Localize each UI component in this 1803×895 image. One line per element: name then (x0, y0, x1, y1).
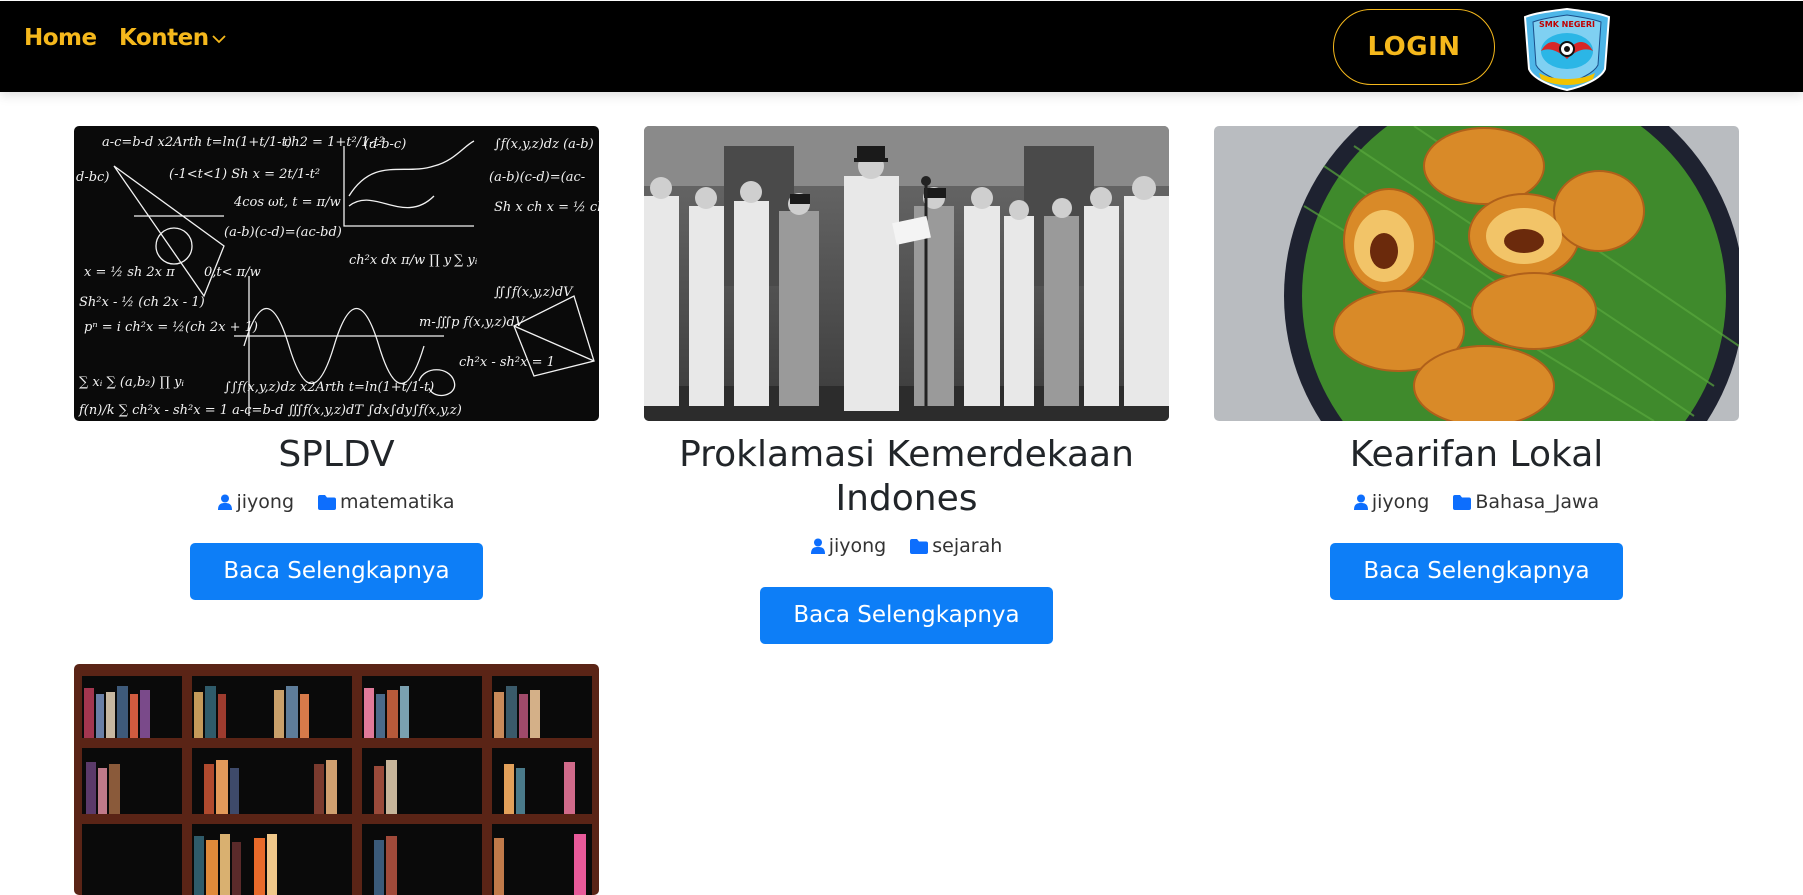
svg-text:(a-b)(c-d)=(ac-bd): (a-b)(c-d)=(ac-bd) (224, 225, 342, 240)
user-icon (218, 494, 233, 510)
svg-text:d-bc): d-bc) (76, 170, 109, 185)
folder-icon (1453, 494, 1472, 510)
svg-text:∫f(x,y,z)dz (a-b): ∫f(x,y,z)dz (a-b) (494, 137, 594, 152)
card-title[interactable]: Kearifan Lokal (1214, 433, 1739, 477)
chevron-down-icon (211, 34, 226, 43)
svg-text:(a-b)(c-d)=(ac-: (a-b)(c-d)=(ac- (489, 170, 585, 185)
school-crest-logo: SMK NEGERI (1523, 7, 1611, 91)
svg-text:0,t< π/w: 0,t< π/w (204, 265, 261, 280)
folder-icon (318, 494, 337, 510)
category-meta: matematika (318, 491, 455, 513)
author-name[interactable]: jiyong (1372, 491, 1430, 513)
svg-text:(-1<t<1) Sh x = 2t/1-t²: (-1<t<1) Sh x = 2t/1-t² (169, 167, 320, 182)
svg-text:pⁿ = i ch²x = ½(ch 2x + 1): pⁿ = i ch²x = ½(ch 2x + 1) (84, 320, 258, 335)
svg-text:Sh x ch x = ½ ch 2x: Sh x ch x = ½ ch 2x (494, 200, 599, 215)
top-navbar: Home Konten LOGIN SMK NEGERI (0, 1, 1803, 92)
svg-text:Sh²x - ½ (ch 2x - 1): Sh²x - ½ (ch 2x - 1) (79, 295, 205, 310)
svg-text:∑ yᵢ: ∑ yᵢ (454, 253, 478, 268)
logo-arc-text: SMK NEGERI (1539, 20, 1595, 29)
author-meta: jiyong (1353, 491, 1430, 513)
article-card: Kearifan Lokal jiyong Bahasa_Jawa Baca S… (1214, 126, 1739, 600)
svg-text:m-∭p f(x,y,z)dV: m-∭p f(x,y,z)dV (419, 315, 526, 330)
author-name[interactable]: jiyong (236, 491, 294, 513)
category-name[interactable]: Bahasa_Jawa (1475, 491, 1599, 513)
svg-text:∬∫f(x,y,z)dV: ∬∫f(x,y,z)dV (494, 285, 574, 300)
category-meta: sejarah (910, 535, 1002, 557)
card-title[interactable]: Proklamasi Kemerdekaan Indones (644, 433, 1169, 521)
card-title[interactable]: SPLDV (74, 433, 599, 477)
login-button[interactable]: LOGIN (1333, 9, 1495, 85)
read-more-button[interactable]: Baca Selengkapnya (1330, 543, 1623, 600)
svg-text:ch²x dx π/w ∏ y: ch²x dx π/w ∏ y (349, 253, 452, 268)
svg-text:4cos ωt, t = π/w: 4cos ωt, t = π/w (233, 195, 341, 210)
read-more-button[interactable]: Baca Selengkapnya (190, 543, 483, 600)
nav-konten-dropdown[interactable]: Konten (119, 25, 226, 51)
nav-home-link[interactable]: Home (24, 25, 97, 51)
article-card: Proklamasi Kemerdekaan Indones jiyong se… (644, 126, 1169, 644)
article-card (74, 664, 599, 895)
svg-text:(a-b-c): (a-b-c) (364, 137, 406, 152)
category-name[interactable]: sejarah (932, 535, 1002, 557)
category-name[interactable]: matematika (340, 491, 454, 513)
math-blackboard-image: a-c=b-d x2Arth t=ln(1+t/1-t) ch2 = 1+t²/… (74, 126, 599, 421)
card-meta: jiyong Bahasa_Jawa (1214, 491, 1739, 513)
author-name[interactable]: jiyong (829, 535, 887, 557)
proclamation-photo-image (644, 126, 1169, 421)
category-meta: Bahasa_Jawa (1453, 491, 1599, 513)
svg-text:∫∫f(x,y,z)dz x2Arth t=ln(1+t/1: ∫∫f(x,y,z)dz x2Arth t=ln(1+t/1-t) (224, 380, 434, 395)
fried-snack-plate-image (1214, 126, 1739, 421)
read-more-button[interactable]: Baca Selengkapnya (760, 587, 1053, 644)
author-meta: jiyong (218, 491, 294, 513)
svg-text:a-c=b-d x2Arth t=ln(1+t/1-t): a-c=b-d x2Arth t=ln(1+t/1-t) (102, 135, 292, 150)
card-meta: jiyong sejarah (644, 535, 1169, 557)
user-icon (810, 538, 825, 554)
svg-text:∑ xᵢ ∑ (a,b₂) ∏ yᵢ: ∑ xᵢ ∑ (a,b₂) ∏ yᵢ (79, 375, 184, 390)
svg-text:ch²x - sh²x = 1: ch²x - sh²x = 1 (459, 355, 555, 370)
card-meta: jiyong matematika (74, 491, 599, 513)
bookshelf-image (74, 664, 599, 895)
svg-text:x = ½ sh 2x π: x = ½ sh 2x π (84, 265, 175, 280)
author-meta: jiyong (810, 535, 887, 557)
nav-konten-label: Konten (119, 25, 209, 51)
folder-icon (910, 538, 929, 554)
svg-text:f(n)/k ∑ ch²x - sh²x = 1 a: f(n)/k ∑ ch²x - sh²x = 1 a-c=b-d ∭f(x,y,… (78, 403, 462, 418)
article-card: a-c=b-d x2Arth t=ln(1+t/1-t) ch2 = 1+t²/… (74, 126, 599, 600)
user-icon (1353, 494, 1368, 510)
